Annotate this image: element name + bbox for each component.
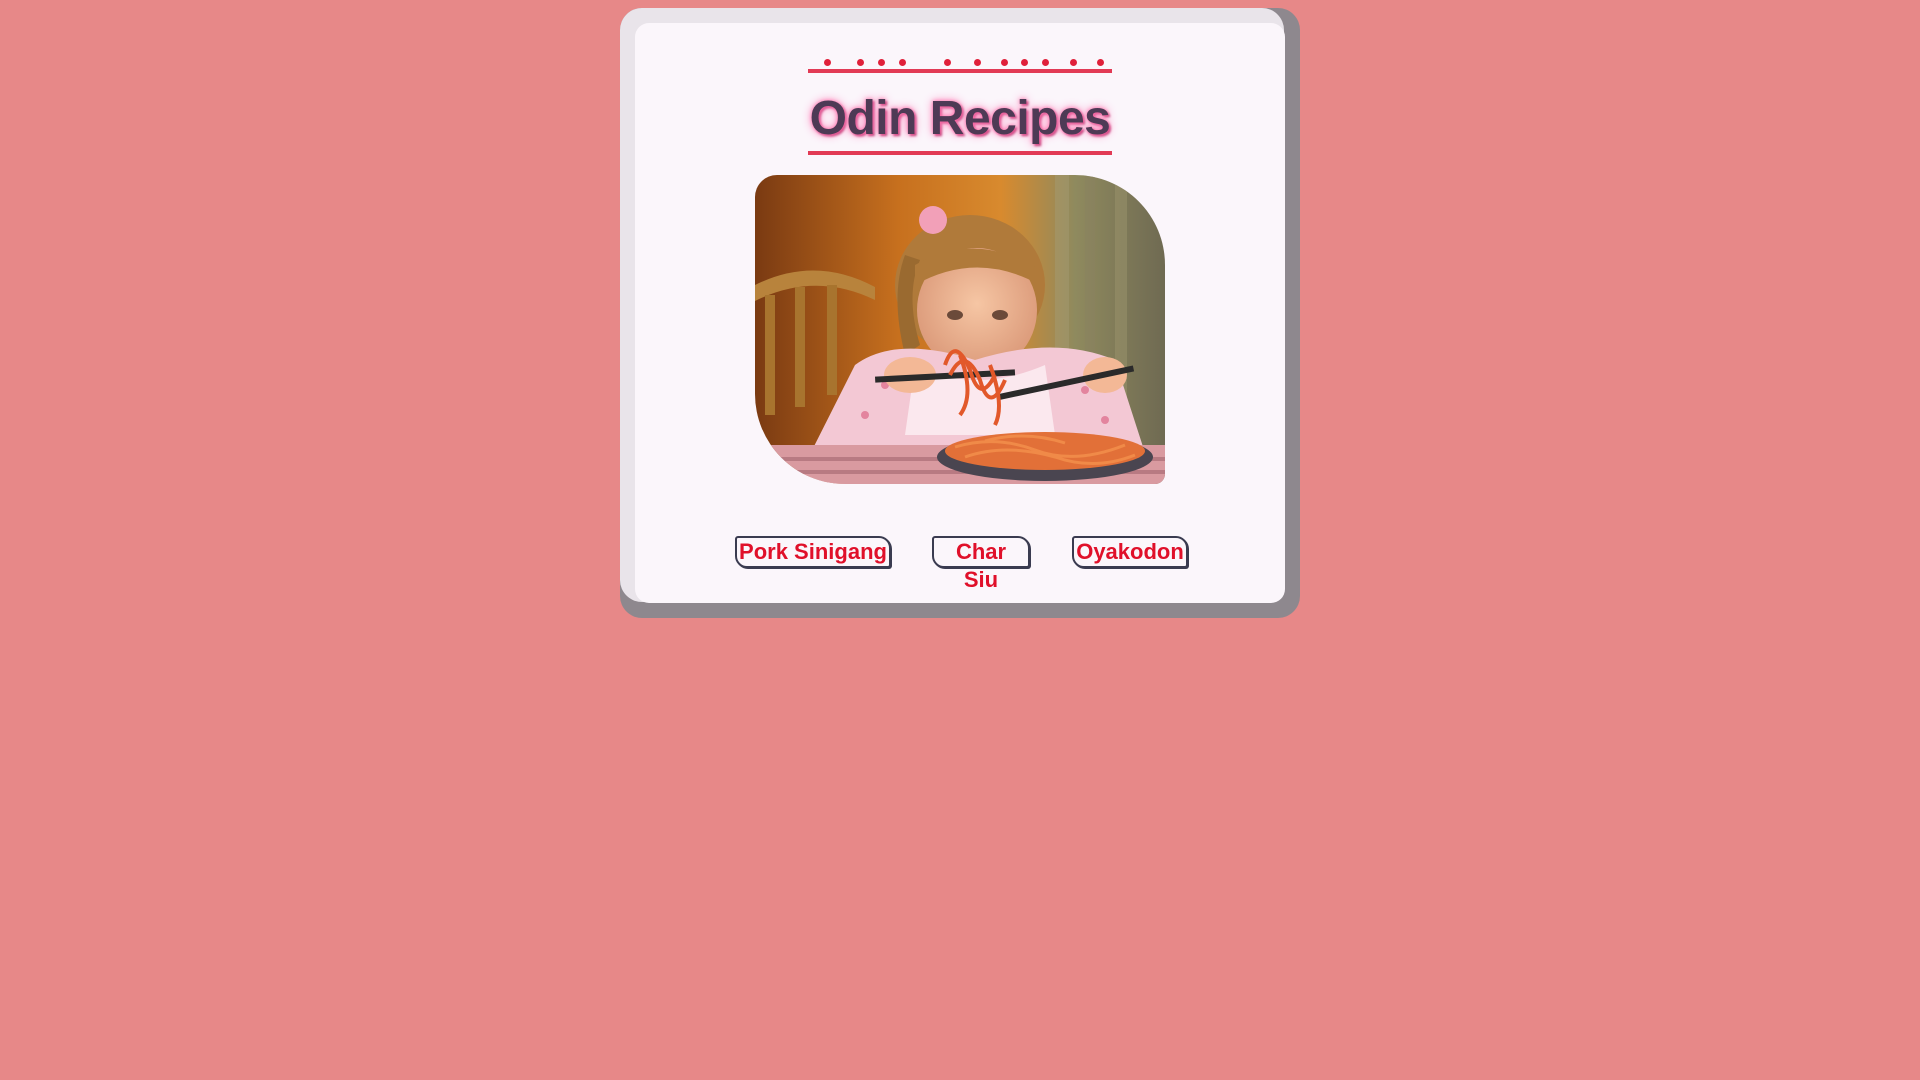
link-char-siu[interactable]: Char Siu (932, 536, 1030, 592)
link-pork-sinigang[interactable]: Pork Sinigang (735, 536, 891, 568)
header: Odin Recipes (635, 59, 1285, 155)
title-decoration-dots (808, 59, 1113, 67)
page-title-text: Odin Recipes (809, 92, 1111, 145)
recipe-links: Pork Sinigang Char Siu Oyakodon (635, 536, 1285, 592)
link-oyakodon[interactable]: Oyakodon (1072, 536, 1188, 568)
main-card: Odin Recipes Pork Sinigang Char Siu Oyak… (635, 23, 1285, 603)
page-title: Odin Recipes (807, 59, 1113, 155)
girl-eating-spaghetti-image (755, 175, 1165, 484)
